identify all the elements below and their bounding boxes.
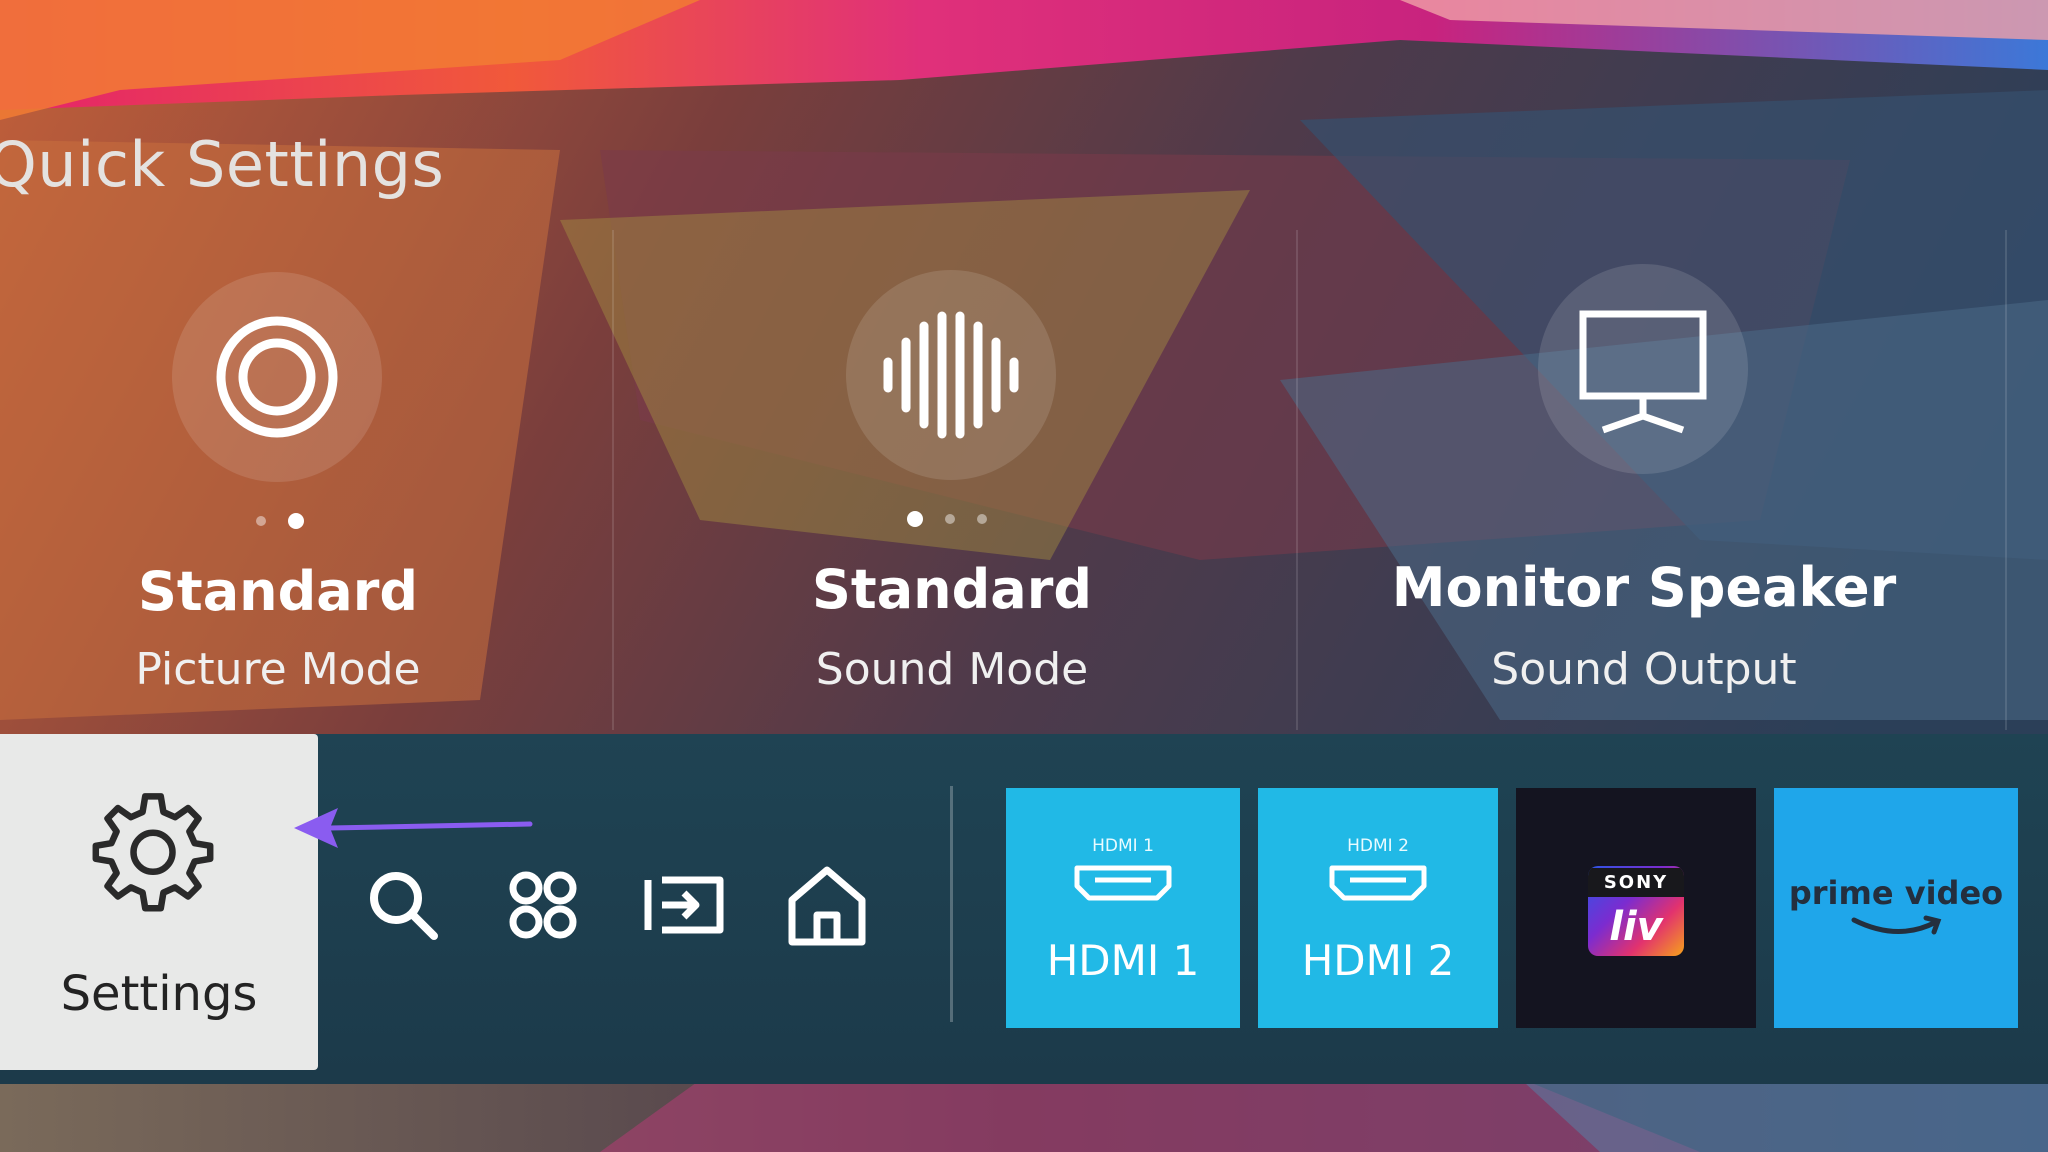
monitor-icon [1538, 264, 1748, 474]
card-divider [612, 230, 614, 730]
hdmi-2-small-label: HDMI 2 [1347, 836, 1409, 856]
sound-output-value: Monitor Speaker [1391, 556, 1897, 619]
prime-video-logo-text: prime video [1788, 874, 2004, 912]
page-indicator [256, 513, 304, 529]
hdmi-port-icon [1329, 865, 1427, 901]
launcher-divider [950, 786, 953, 1022]
quick-setting-sound-mode[interactable]: Standard Sound Mode [620, 220, 1290, 740]
prime-smile-icon [1851, 915, 1942, 935]
card-divider [2005, 230, 2007, 730]
apps-icon [509, 871, 577, 939]
home-button[interactable] [782, 860, 872, 950]
picture-mode-label: Picture Mode [135, 644, 421, 695]
sound-mode-label: Sound Mode [815, 644, 1089, 695]
hdmi-2-tile[interactable]: HDMI 2 HDMI 2 [1258, 788, 1498, 1028]
page-dot [256, 516, 266, 526]
settings-button[interactable]: Settings [0, 734, 318, 1070]
sound-output-label: Sound Output [1491, 644, 1797, 695]
search-icon [370, 872, 438, 940]
page-dot-active [907, 511, 923, 527]
picture-mode-icon [172, 272, 382, 482]
page-dot-active [288, 513, 304, 529]
sony-brand-text: SONY [1588, 868, 1684, 897]
quick-setting-picture-mode[interactable]: Standard Picture Mode [0, 220, 560, 740]
sound-mode-icon [846, 270, 1056, 480]
sonyliv-logo: SONY liv [1588, 866, 1684, 956]
page-dot [945, 514, 955, 524]
source-button[interactable] [640, 860, 730, 950]
quick-setting-sound-output[interactable]: Monitor Speaker Sound Output [1300, 220, 2000, 740]
settings-label: Settings [60, 966, 258, 1022]
annotation-arrow-icon [294, 808, 533, 848]
picture-mode-value: Standard [138, 560, 418, 623]
liv-brand-text: liv [1609, 904, 1663, 950]
hdmi-port-icon [1074, 865, 1172, 901]
hdmi-1-label: HDMI 1 [1046, 936, 1200, 985]
page-dot [977, 514, 987, 524]
page-title: Quick Settings [0, 128, 445, 201]
hdmi-2-label: HDMI 2 [1301, 936, 1455, 985]
gear-icon [92, 793, 214, 912]
sonyliv-tile[interactable]: SONY liv [1516, 788, 1756, 1028]
page-indicator [907, 511, 987, 527]
hdmi-1-tile[interactable]: HDMI 1 HDMI 1 [1006, 788, 1240, 1028]
source-input-icon [644, 876, 724, 934]
hdmi-1-small-label: HDMI 1 [1092, 836, 1154, 856]
home-icon [788, 866, 866, 946]
sound-mode-value: Standard [812, 558, 1092, 621]
prime-video-tile[interactable]: prime video [1774, 788, 2018, 1028]
apps-button[interactable] [498, 860, 588, 950]
card-divider [1296, 230, 1298, 730]
search-button[interactable] [358, 860, 448, 950]
